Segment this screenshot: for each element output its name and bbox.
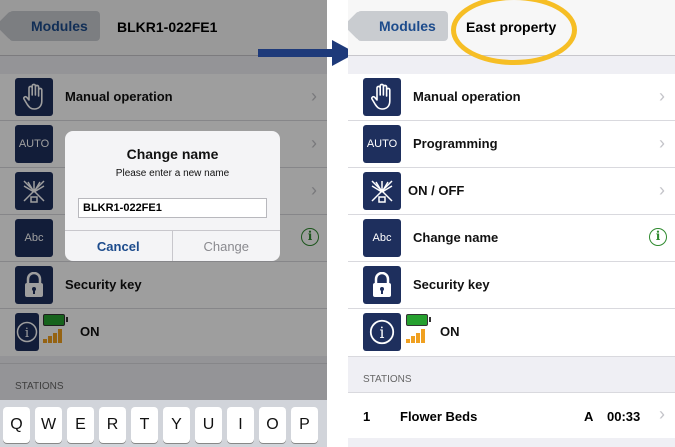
chevron-right-icon: › bbox=[659, 133, 665, 153]
key-e[interactable]: E bbox=[67, 407, 94, 443]
keyboard: Q W E R T Y U I O P bbox=[0, 400, 327, 447]
key-r[interactable]: R bbox=[99, 407, 126, 443]
back-button[interactable]: Modules bbox=[357, 11, 448, 41]
status-row: i ON bbox=[348, 309, 675, 356]
dialog-buttons: Cancel Change bbox=[65, 230, 280, 261]
dialog-message: Please enter a new name bbox=[115, 168, 230, 179]
right-screenshot: Modules East property Manual operation ›… bbox=[348, 0, 675, 447]
abc-icon: Abc bbox=[363, 219, 401, 257]
chevron-right-icon: › bbox=[659, 404, 665, 424]
station-program: A bbox=[584, 409, 594, 424]
change-name-dialog: Change name Please enter a new name BLKR… bbox=[65, 131, 280, 261]
hand-icon bbox=[363, 78, 401, 116]
station-number: 1 bbox=[363, 409, 371, 424]
battery-icon bbox=[406, 314, 431, 326]
menu-item-label: Security key bbox=[413, 277, 490, 292]
cancel-button[interactable]: Cancel bbox=[65, 231, 173, 261]
menu-item-label: Programming bbox=[413, 136, 498, 151]
info-icon[interactable]: i bbox=[649, 228, 667, 246]
lock-icon bbox=[363, 266, 401, 304]
station-name: Flower Beds bbox=[400, 409, 478, 424]
menu-item-change-name[interactable]: Abc Change name i bbox=[348, 215, 675, 262]
menu-item-label: Manual operation bbox=[413, 89, 521, 104]
change-button[interactable]: Change bbox=[173, 231, 281, 261]
key-u[interactable]: U bbox=[195, 407, 222, 443]
signal-strength-icon bbox=[406, 329, 430, 343]
chevron-right-icon: › bbox=[659, 180, 665, 200]
key-w[interactable]: W bbox=[35, 407, 62, 443]
key-o[interactable]: O bbox=[259, 407, 286, 443]
arrow-right-icon bbox=[258, 40, 356, 66]
key-p[interactable]: P bbox=[291, 407, 318, 443]
name-input[interactable]: BLKR1-022FE1 bbox=[78, 198, 267, 218]
key-t[interactable]: T bbox=[131, 407, 158, 443]
status-label: ON bbox=[440, 324, 460, 339]
station-row[interactable]: 1 Flower Beds A 00:33 › bbox=[348, 392, 675, 438]
key-y[interactable]: Y bbox=[163, 407, 190, 443]
menu-item-security-key[interactable]: Security key bbox=[348, 262, 675, 309]
menu-item-label: ON / OFF bbox=[408, 183, 465, 198]
auto-icon: AUTO bbox=[363, 125, 401, 163]
menu-item-programming[interactable]: AUTO Programming › bbox=[348, 121, 675, 168]
menu-item-manual-operation[interactable]: Manual operation › bbox=[348, 74, 675, 121]
menu-item-on-off[interactable]: ON / OFF › bbox=[348, 168, 675, 215]
sprinkler-icon bbox=[363, 172, 401, 210]
key-i[interactable]: I bbox=[227, 407, 254, 443]
station-duration: 00:33 bbox=[607, 409, 641, 424]
svg-text:i: i bbox=[380, 324, 385, 342]
chevron-right-icon: › bbox=[659, 86, 665, 106]
section-header: STATIONS bbox=[348, 356, 675, 394]
info-icon[interactable]: i bbox=[363, 313, 401, 351]
menu-list: Manual operation › AUTO Programming › ON… bbox=[348, 74, 675, 356]
menu-item-label: Change name bbox=[413, 230, 499, 245]
dialog-title: Change name bbox=[126, 146, 219, 162]
key-q[interactable]: Q bbox=[3, 407, 30, 443]
